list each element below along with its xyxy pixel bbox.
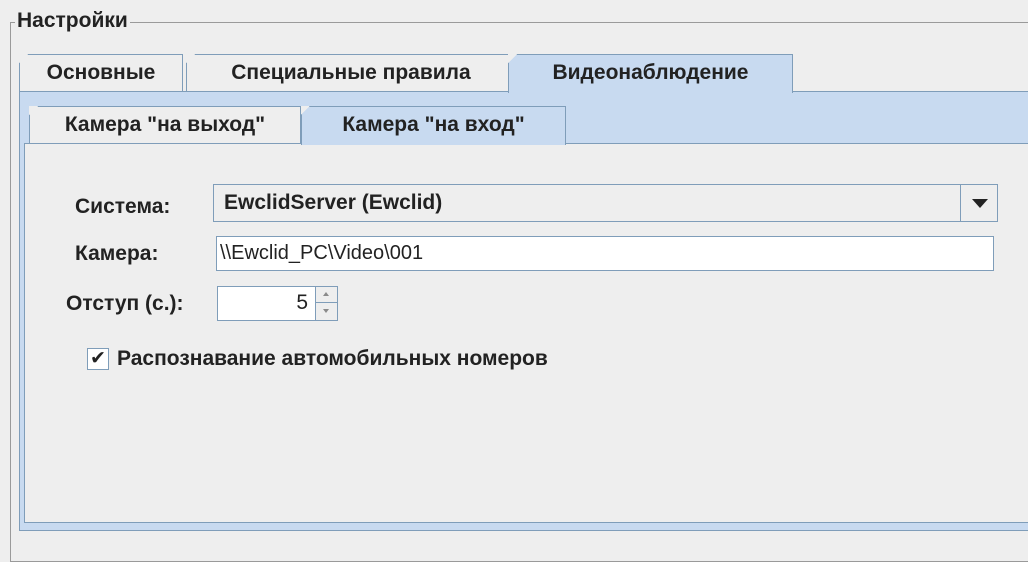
plate-recognition-checkbox[interactable]: ✔	[87, 347, 109, 370]
outer-tab-bar: Основные Специальные правила Видеонаблюд…	[19, 54, 1028, 93]
chevron-down-icon	[972, 199, 988, 208]
settings-group-title: Настройки	[15, 9, 130, 32]
spinner-up-icon	[323, 292, 329, 296]
system-select-value: EwclidServer (Ewclid)	[224, 191, 443, 214]
offset-increment-button[interactable]	[315, 287, 337, 303]
checkmark-icon: ✔	[90, 347, 106, 369]
offset-decrement-button[interactable]	[315, 303, 337, 320]
offset-spinner[interactable]: 5	[217, 286, 338, 321]
offset-value: 5	[296, 291, 308, 314]
camera-field[interactable]	[216, 236, 994, 271]
plate-recognition-label[interactable]: Распознавание автомобильных номеров	[117, 347, 548, 371]
tab-special-rules[interactable]: Специальные правила	[186, 54, 516, 91]
tab-video-surveillance[interactable]: Видеонаблюдение	[508, 54, 793, 93]
offset-label: Отступ (с.):	[66, 292, 184, 315]
tab-camera-exit[interactable]: Камера "на выход"	[29, 106, 301, 143]
tab-main[interactable]: Основные	[19, 54, 183, 91]
system-label: Система:	[75, 195, 171, 218]
system-select-button[interactable]	[960, 185, 997, 221]
spinner-down-icon	[323, 309, 329, 313]
tab-camera-entry[interactable]: Камера "на вход"	[301, 106, 566, 145]
system-select[interactable]: EwclidServer (Ewclid)	[213, 184, 998, 222]
camera-label: Камера:	[75, 242, 159, 265]
inner-tab-bar: Камера "на выход" Камера "на вход"	[29, 106, 1028, 145]
